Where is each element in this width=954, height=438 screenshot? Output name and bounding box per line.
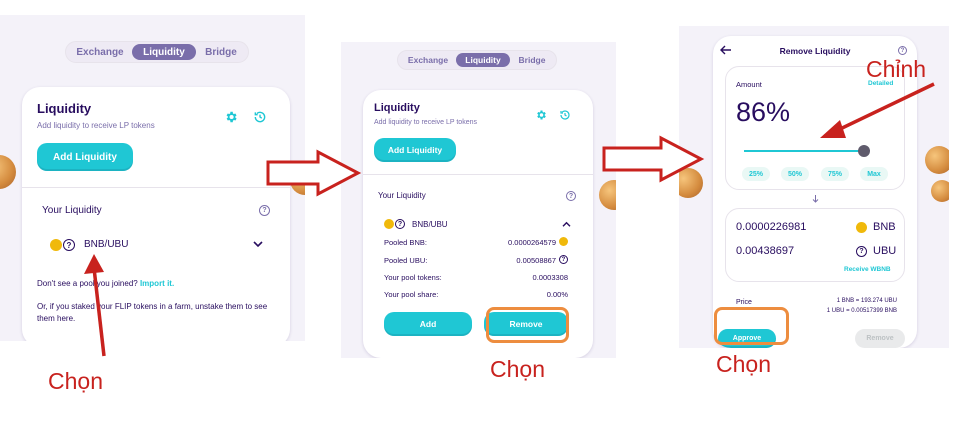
liquidity-card: Liquidity Add liquidity to receive LP to… bbox=[22, 87, 290, 341]
ubu-token-icon: ? bbox=[395, 219, 405, 229]
history-icon[interactable] bbox=[558, 108, 572, 122]
bnb-token-icon bbox=[384, 219, 394, 229]
chip-25[interactable]: 25% bbox=[742, 167, 770, 181]
amount-slider-track[interactable] bbox=[744, 150, 864, 152]
tab-bridge[interactable]: Bridge bbox=[196, 44, 246, 60]
annotation-chon: Chọn bbox=[48, 368, 103, 394]
tab-exchange[interactable]: Exchange bbox=[400, 53, 456, 67]
help-icon[interactable]: ? bbox=[259, 205, 270, 216]
divider bbox=[363, 174, 593, 175]
price-label: Price bbox=[736, 299, 752, 306]
screen-liquidity-list: Exchange Liquidity Bridge Liquidity Add … bbox=[0, 15, 305, 341]
card-subtitle: Add liquidity to receive LP tokens bbox=[37, 121, 155, 130]
pool-tokens-value: 0.0003308 bbox=[532, 273, 568, 282]
pooled-ubu-label: Pooled UBU: bbox=[384, 256, 428, 265]
add-liquidity-button[interactable]: Add Liquidity bbox=[37, 143, 133, 171]
add-button[interactable]: Add bbox=[384, 312, 472, 336]
import-link[interactable]: Import it. bbox=[140, 279, 174, 288]
pair-name: BNB/UBU bbox=[412, 220, 448, 229]
bnb-token-icon bbox=[856, 222, 867, 233]
card-title: Liquidity bbox=[37, 101, 92, 116]
ubu-token-icon: ? bbox=[63, 239, 75, 251]
highlight-remove-button bbox=[486, 307, 569, 343]
pair-name: BNB/UBU bbox=[84, 239, 129, 250]
ubu-token-icon: ? bbox=[856, 246, 867, 257]
history-icon[interactable] bbox=[252, 109, 268, 125]
ubu-output-amount: 0.00438697 bbox=[736, 245, 795, 257]
your-liquidity-heading: Your Liquidity bbox=[378, 191, 426, 200]
not-see-pool-label: Don't see a pool you joined? bbox=[37, 279, 138, 288]
tab-liquidity[interactable]: Liquidity bbox=[456, 53, 510, 67]
help-icon[interactable]: ? bbox=[898, 46, 907, 55]
pooled-bnb-value: 0.0000264579 bbox=[508, 238, 556, 247]
staked-text: Or, if you staked your FLIP tokens in a … bbox=[37, 302, 268, 323]
bnb-token-icon bbox=[559, 237, 568, 246]
nav-tabs: Exchange Liquidity Bridge bbox=[397, 50, 557, 70]
decor-coin bbox=[599, 180, 616, 210]
screen-liquidity-expanded: Exchange Liquidity Bridge Liquidity Add … bbox=[341, 42, 616, 358]
card-title: Liquidity bbox=[374, 102, 420, 114]
tab-exchange[interactable]: Exchange bbox=[68, 44, 132, 60]
decor-coin bbox=[931, 180, 949, 202]
add-liquidity-button[interactable]: Add Liquidity bbox=[374, 138, 456, 162]
pool-share-value: 0.00% bbox=[546, 290, 568, 299]
help-icon[interactable]: ? bbox=[566, 191, 576, 201]
annotation-chinh: Chỉnh bbox=[866, 56, 927, 82]
decor-coin bbox=[290, 165, 305, 195]
decor-coin bbox=[925, 146, 949, 174]
ubu-token-icon: ? bbox=[559, 255, 568, 264]
not-see-pool-text: Don't see a pool you joined? Import it. bbox=[37, 279, 174, 288]
settings-icon[interactable] bbox=[223, 109, 239, 125]
price-line-1: 1 BNB = 193.274 UBU bbox=[836, 298, 897, 304]
pooled-ubu-value: 0.00508867 bbox=[516, 256, 556, 265]
annotation-chon: Chọn bbox=[490, 356, 545, 382]
amount-label: Amount bbox=[736, 80, 762, 89]
price-line-2: 1 UBU = 0.00517399 BNB bbox=[826, 308, 897, 314]
chip-50[interactable]: 50% bbox=[781, 167, 809, 181]
bnb-token-icon bbox=[50, 239, 62, 251]
pooled-bnb-label: Pooled BNB: bbox=[384, 238, 427, 247]
annotation-chon: Chọn bbox=[716, 351, 771, 377]
amount-slider-handle[interactable] bbox=[858, 145, 870, 157]
nav-tabs: Exchange Liquidity Bridge bbox=[65, 41, 249, 63]
chevron-down-icon[interactable] bbox=[251, 237, 265, 251]
highlight-approve-button bbox=[714, 307, 789, 345]
chip-max[interactable]: Max bbox=[860, 167, 888, 181]
divider bbox=[22, 187, 290, 188]
bnb-output-amount: 0.0000226981 bbox=[736, 221, 807, 233]
output-box: 0.0000226981 BNB 0.00438697 ? UBU Receiv… bbox=[725, 208, 905, 282]
chevron-up-icon[interactable] bbox=[560, 218, 572, 230]
your-liquidity-heading: Your Liquidity bbox=[42, 205, 102, 216]
tab-bridge[interactable]: Bridge bbox=[510, 53, 554, 67]
pool-share-label: Your pool share: bbox=[384, 290, 439, 299]
arrow-down-icon bbox=[808, 194, 822, 204]
pool-tokens-label: Your pool tokens: bbox=[384, 273, 442, 282]
ubu-symbol: UBU bbox=[873, 245, 897, 257]
card-title: Remove Liquidity bbox=[779, 46, 851, 56]
tab-liquidity[interactable]: Liquidity bbox=[132, 44, 196, 60]
bnb-symbol: BNB bbox=[873, 221, 896, 233]
percent-value: 86% bbox=[736, 97, 791, 127]
decor-coin bbox=[0, 155, 16, 189]
settings-icon[interactable] bbox=[534, 108, 548, 122]
receive-wbnb-link[interactable]: Receive WBNB bbox=[844, 266, 891, 273]
card-subtitle: Add liquidity to receive LP tokens bbox=[374, 119, 477, 126]
decor-coin bbox=[679, 168, 703, 198]
remove-button-disabled: Remove bbox=[855, 329, 905, 348]
amount-box: Amount Detailed 86% 25% 50% 75% Max bbox=[725, 66, 905, 190]
chip-75[interactable]: 75% bbox=[821, 167, 849, 181]
